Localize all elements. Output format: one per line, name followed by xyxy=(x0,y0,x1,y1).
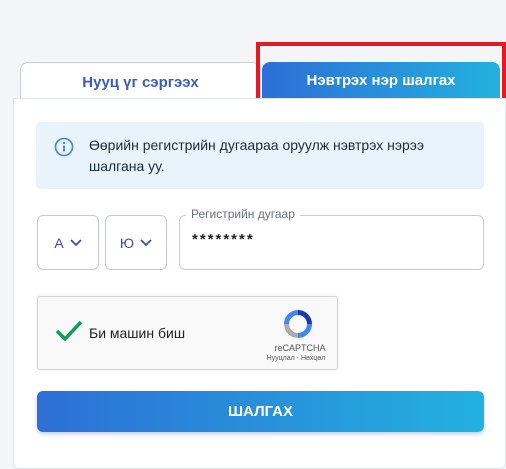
tab-check-username[interactable]: Нэвтрэх нэр шалгах xyxy=(262,62,500,98)
tab-check-username-label: Нэвтрэх нэр шалгах xyxy=(306,71,456,89)
check-button-label: ШАЛГАХ xyxy=(227,403,293,420)
chevron-down-icon xyxy=(70,238,82,246)
captcha-label: Би машин биш xyxy=(89,325,186,341)
recaptcha-widget[interactable]: Би машин биш reCAPTCHA Нууцлал - Нөхцөл xyxy=(37,296,338,370)
register-letter-1-value: А xyxy=(54,234,64,251)
info-circle-icon xyxy=(54,137,74,157)
tab-password-recovery[interactable]: Нууц үг сэргээх xyxy=(20,62,261,102)
recaptcha-logo-icon xyxy=(284,310,312,338)
check-button[interactable]: ШАЛГАХ xyxy=(37,391,484,432)
recaptcha-links[interactable]: Нууцлал - Нөхцөл xyxy=(256,355,336,362)
register-letter-1-select[interactable]: А xyxy=(37,215,99,270)
tab-password-recovery-label: Нууц үг сэргээх xyxy=(82,74,199,91)
info-banner: Өөрийн регистрийн дугаараа оруулж нэвтрэ… xyxy=(36,122,484,189)
info-text: Өөрийн регистрийн дугаараа оруулж нэвтрэ… xyxy=(89,137,425,174)
register-letter-2-select[interactable]: Ю xyxy=(105,215,167,270)
register-number-label: Регистрийн дугаар xyxy=(186,206,300,222)
register-letter-2-value: Ю xyxy=(119,234,135,251)
checkmark-icon[interactable] xyxy=(54,319,84,343)
chevron-down-icon xyxy=(140,238,152,246)
register-number-value: ******** xyxy=(192,231,255,248)
recaptcha-brand: reCAPTCHA xyxy=(274,343,326,353)
